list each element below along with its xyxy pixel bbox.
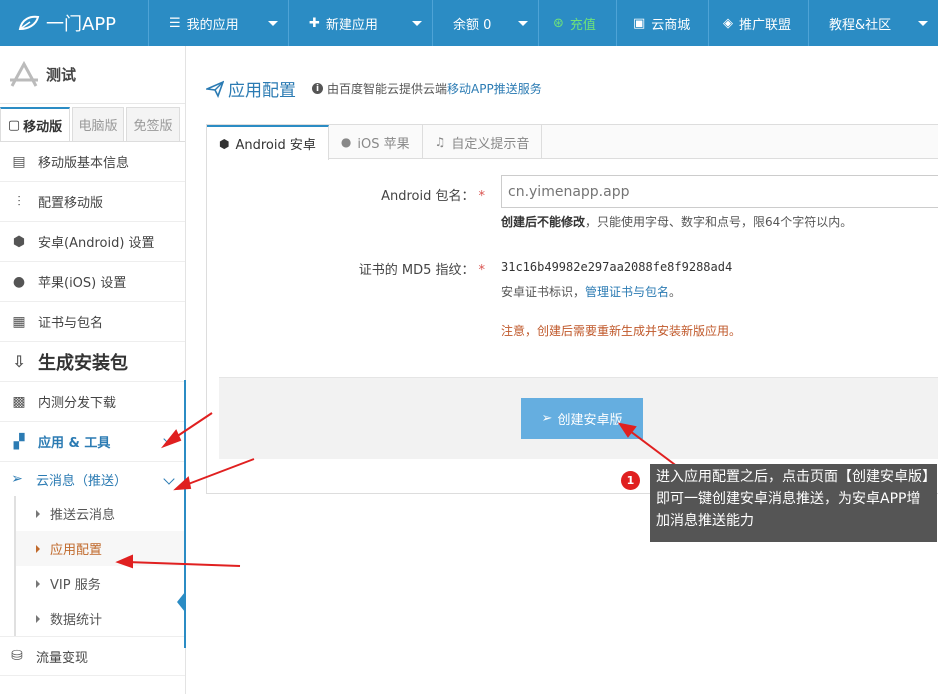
sidebar-item-certificates[interactable]: ▦ 证书与包名 [0, 302, 185, 342]
paper-plane-icon [206, 80, 224, 98]
caret-down-icon [518, 21, 528, 26]
android-icon: ⬢ [12, 233, 26, 250]
bell-icon: ♫ [434, 135, 446, 149]
mobile-icon: ▢ [7, 117, 21, 133]
create-android-button[interactable]: ➢ 创建安卓版 [521, 398, 643, 439]
caret-down-icon [268, 21, 278, 26]
certificate-icon: ▦ [12, 313, 26, 330]
page-title: 应用配置 [228, 81, 296, 101]
tab-android[interactable]: ⬢ Android 安卓 [207, 125, 329, 160]
push-submenu: 推送云消息 应用配置 VIP 服务 数据统计 [14, 496, 185, 636]
nav-tutorials[interactable]: 教程&社区 [808, 0, 938, 46]
required-mark: * [478, 189, 486, 204]
md5-value: 31c16b49982e297aa2088fe8f9288ad4 [501, 260, 733, 274]
caret-down-icon [412, 21, 422, 26]
chevron-down-icon [163, 433, 175, 445]
sidebar-subitem-stats[interactable]: 数据统计 [16, 601, 185, 636]
list-icon: ☰ [169, 15, 181, 31]
nav-my-apps[interactable]: ☰ 我的应用 [148, 0, 288, 46]
leaf-logo-icon [18, 15, 40, 31]
tab-desktop[interactable]: 电脑版 [72, 107, 124, 141]
service-info: i 由百度智能云提供云端 移动APP推送服务 [312, 80, 542, 97]
app-store-icon [10, 60, 38, 87]
md5-label: 证书的 MD5 指纹： * [358, 263, 486, 278]
sidebar-item-beta-download[interactable]: ▩ 内测分发下载 [0, 382, 185, 422]
os-tabs: ⬢ Android 安卓 ● iOS 苹果 ♫ 自定义提示音 [207, 125, 938, 160]
caret-down-icon [918, 21, 928, 26]
caret-right-icon [36, 579, 40, 588]
form-footer: ➢ 创建安卓版 [219, 377, 938, 459]
android-icon: ⬢ [219, 136, 230, 151]
tab-ios[interactable]: ● iOS 苹果 [329, 125, 423, 159]
tab-mobile[interactable]: ▢ 移动版 [0, 107, 70, 141]
paper-plane-icon: ➢ [11, 471, 23, 487]
push-service-link[interactable]: 移动APP推送服务 [447, 80, 542, 97]
sidebar-item-android[interactable]: ⬢ 安卓(Android) 设置 [0, 222, 185, 262]
main-content: 应用配置 i 由百度智能云提供云端 移动APP推送服务 ⬢ Android 安卓… [186, 46, 938, 694]
yen-icon: ⊛ [553, 15, 564, 31]
sidebar-app-header: 测试 [0, 46, 185, 104]
instruction-callout: 进入应用配置之后，点击页面【创建安卓版】即可一键创建安卓消息推送，为安卓APP增… [650, 464, 937, 542]
plus-icon: ✚ [309, 15, 320, 31]
paper-plane-icon: ➢ [541, 411, 553, 426]
apple-icon: ● [340, 135, 352, 149]
app-name: 测试 [46, 66, 77, 84]
caret-right-icon [36, 614, 40, 623]
logo[interactable]: 一门APP [0, 0, 148, 46]
store-icon: ▣ [633, 15, 646, 31]
info-icon: i [312, 83, 323, 94]
platform-tabs: ▢ 移动版 电脑版 免签版 [0, 104, 185, 142]
required-mark: * [478, 263, 486, 278]
warning-text: 注意，创建后需要重新生成并安装新版应用。 [501, 324, 742, 338]
page-header: 应用配置 i 由百度智能云提供云端 移动APP推送服务 [206, 76, 542, 101]
manage-cert-link[interactable]: 管理证书与包名 [585, 285, 669, 299]
document-icon: ▤ [12, 153, 26, 170]
qrcode-icon: ▩ [12, 393, 26, 410]
package-hint: 创建后不能修改，只能使用字母、数字和点号，限64个字符以内。 [501, 215, 853, 229]
caret-right-icon [36, 509, 40, 518]
sidebar-item-cloud-push[interactable]: ➢ 云消息（推送） [0, 462, 185, 496]
logo-text: 一门APP [46, 14, 117, 35]
widgets-icon: ▞ [13, 433, 25, 450]
package-label: Android 包名： * [381, 189, 486, 204]
package-name-input[interactable] [501, 175, 938, 208]
chevron-down-icon [163, 473, 175, 485]
nav-recharge[interactable]: ⊛ 充值 [538, 0, 616, 46]
sort-numeric-icon: ⇩ [12, 352, 26, 371]
sidebar-item-monetize[interactable]: ⛁ 流量变现 [0, 636, 185, 676]
coins-icon: ⛁ [11, 648, 23, 664]
tab-nosign[interactable]: 免签版 [126, 107, 180, 141]
sidebar-item-apps-tools[interactable]: ▞ 应用 & 工具 [0, 422, 185, 462]
sidebar-item-ios[interactable]: ● 苹果(iOS) 设置 [0, 262, 185, 302]
config-panel: ⬢ Android 安卓 ● iOS 苹果 ♫ 自定义提示音 Android 包… [206, 124, 938, 494]
tab-custom-sound[interactable]: ♫ 自定义提示音 [423, 125, 543, 159]
top-navbar: 一门APP ☰ 我的应用 ✚ 新建应用 余额 0 ⊛ 充值 ▣ 云商城 ◈ 推广… [0, 0, 938, 46]
nav-affiliate[interactable]: ◈ 推广联盟 [708, 0, 808, 46]
md5-hint: 安卓证书标识，管理证书与包名。 [501, 285, 682, 299]
caret-right-icon [36, 544, 40, 553]
sidebar-subitem-send-push[interactable]: 推送云消息 [16, 496, 185, 531]
sidebar-item-configure[interactable]: ⫶ 配置移动版 [0, 182, 185, 222]
sidebar-subitem-app-config[interactable]: 应用配置 [16, 531, 185, 566]
nav-new-app[interactable]: ✚ 新建应用 [288, 0, 432, 46]
sidebar: 测试 ▢ 移动版 电脑版 免签版 ▤ 移动版基本信息 ⫶ 配置移动版 ⬢ 安卓(… [0, 46, 186, 694]
step-badge: 1 [621, 471, 640, 490]
sidebar-item-build[interactable]: ⇩ 生成安装包 [0, 342, 185, 382]
diamond-icon: ◈ [723, 15, 733, 31]
apple-icon: ● [12, 273, 26, 290]
sidebar-item-basic-info[interactable]: ▤ 移动版基本信息 [0, 142, 185, 182]
nav-cloud-store[interactable]: ▣ 云商城 [616, 0, 708, 46]
nav-balance[interactable]: 余额 0 [432, 0, 538, 46]
sliders-icon: ⫶ [17, 193, 21, 210]
sidebar-subitem-vip[interactable]: VIP 服务 [16, 566, 185, 601]
